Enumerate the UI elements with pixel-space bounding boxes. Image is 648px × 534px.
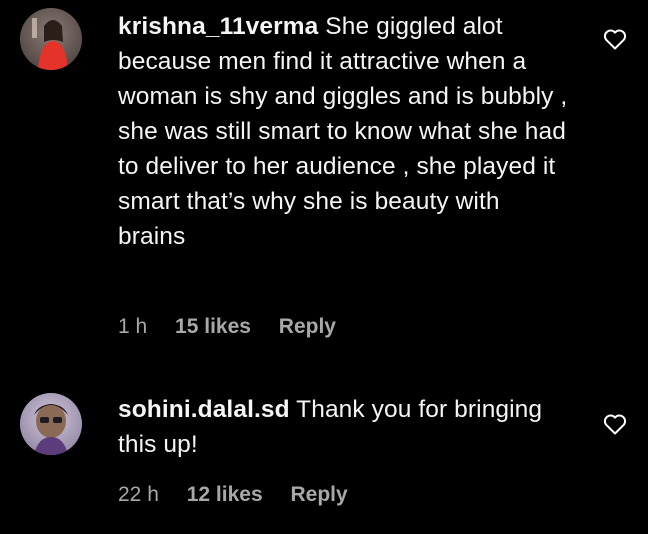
heart-icon[interactable] — [603, 28, 627, 50]
comment-meta: 22 h 12 likes Reply — [118, 483, 370, 507]
comment-text: sohini.dalal.sd Thank you for bringing t… — [118, 392, 568, 462]
reply-button[interactable]: Reply — [279, 315, 336, 338]
avatar-image — [20, 393, 82, 455]
heart-icon[interactable] — [603, 413, 627, 435]
avatar-image — [20, 8, 82, 70]
comment-item: krishna_11verma She giggled alot because… — [0, 0, 648, 370]
comment-text: krishna_11verma She giggled alot because… — [118, 9, 568, 254]
comment-likes[interactable]: 12 likes — [187, 483, 263, 506]
avatar[interactable] — [20, 8, 82, 70]
comment-body: She giggled alot because men find it att… — [118, 13, 568, 250]
comment-username[interactable]: krishna_11verma — [118, 13, 318, 40]
comment-time: 22 h — [118, 483, 159, 506]
comment-item: sohini.dalal.sd Thank you for bringing t… — [0, 380, 648, 534]
comment-username[interactable]: sohini.dalal.sd — [118, 396, 290, 423]
comment-time: 1 h — [118, 315, 148, 338]
avatar[interactable] — [20, 393, 82, 455]
comment-likes[interactable]: 15 likes — [175, 315, 251, 338]
reply-button[interactable]: Reply — [290, 483, 347, 506]
comment-meta: 1 h 15 likes Reply — [118, 315, 358, 339]
